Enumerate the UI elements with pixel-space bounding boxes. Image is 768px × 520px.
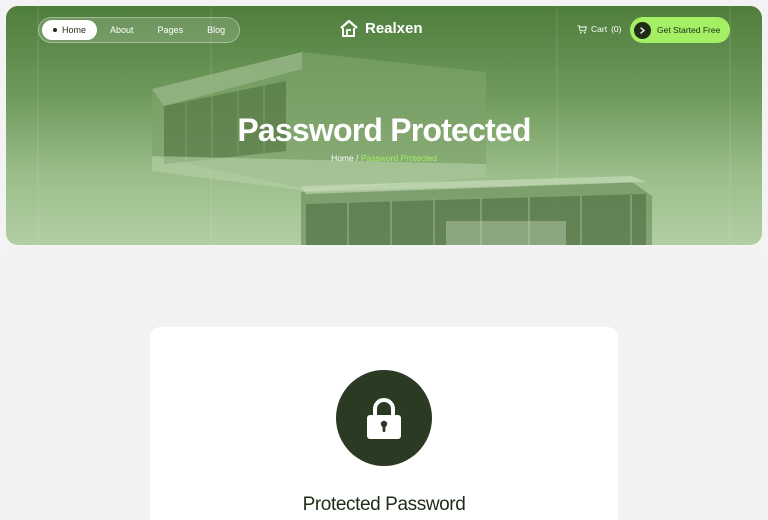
nav-item-home[interactable]: Home	[42, 20, 98, 40]
breadcrumb: Home / Password Protected	[6, 153, 762, 163]
nav-item-about[interactable]: About	[99, 20, 145, 40]
chevron-right-icon	[640, 26, 646, 34]
get-started-button[interactable]: Get Started Free	[630, 17, 730, 43]
breadcrumb-separator: /	[353, 153, 361, 163]
lock-badge	[336, 370, 432, 466]
main-nav: Home About Pages Blog	[38, 17, 241, 43]
active-dot-icon	[53, 28, 57, 32]
nav-item-blog[interactable]: Blog	[196, 20, 236, 40]
cart-count: (0)	[611, 24, 622, 34]
nav-item-label: Home	[62, 25, 87, 35]
lock-icon	[367, 398, 401, 439]
nav-item-pages[interactable]: Pages	[147, 20, 195, 40]
cta-label: Get Started Free	[657, 25, 721, 35]
brand-name: Realxen	[365, 20, 423, 37]
page-title: Password Protected	[237, 112, 531, 148]
cta-arrow-circle	[634, 21, 651, 39]
brand-logo[interactable]: Realxen	[339, 19, 423, 38]
nav-item-label: Blog	[207, 25, 226, 35]
breadcrumb-home-link[interactable]: Home	[331, 153, 354, 163]
cart-icon	[577, 24, 587, 34]
breadcrumb-current: Password Protected	[360, 153, 437, 163]
hero-banner: Home About Pages Blog Realxen Cart (0) G…	[6, 6, 762, 245]
nav-item-label: Pages	[157, 25, 184, 35]
cart-link[interactable]: Cart (0)	[577, 24, 621, 34]
cart-label: Cart	[591, 24, 608, 34]
house-logo-icon	[340, 19, 358, 37]
card-title: Protected Password	[302, 494, 466, 515]
nav-item-label: About	[110, 25, 134, 35]
